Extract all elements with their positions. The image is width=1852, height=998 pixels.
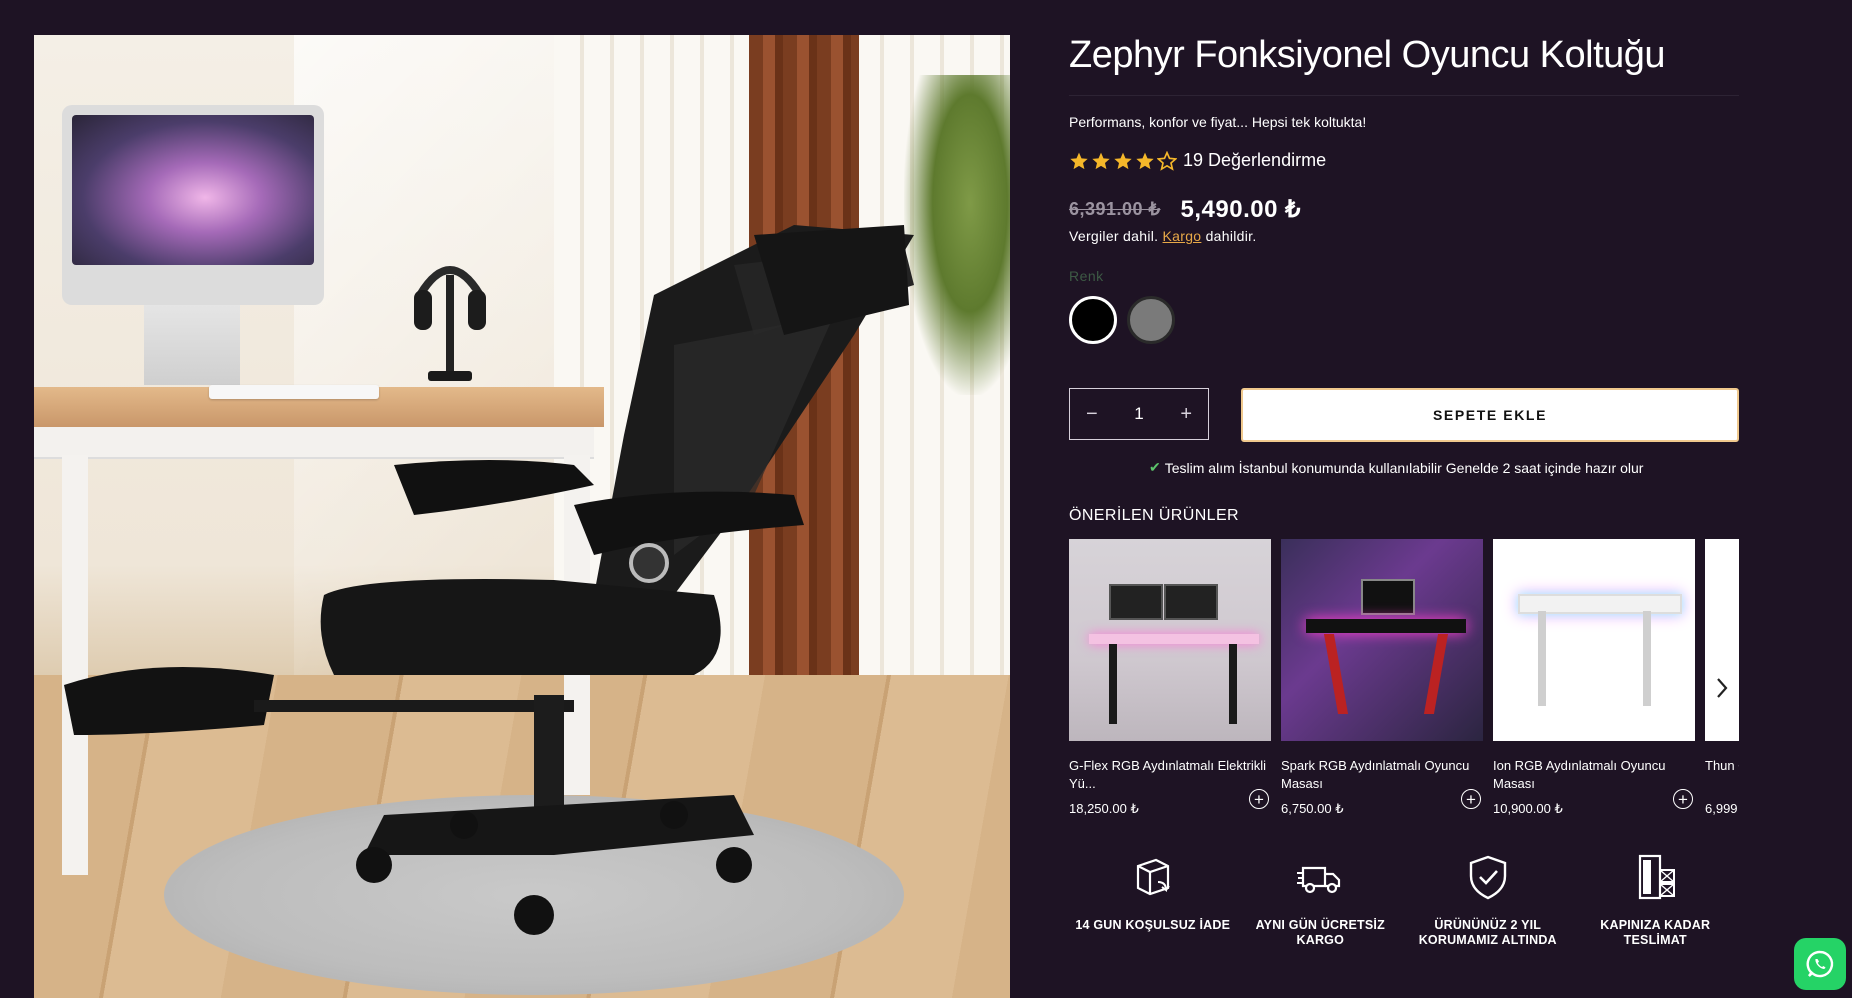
recommendations-title: ÖNERİLEN ÜRÜNLER: [1069, 507, 1239, 524]
star-icon: [1136, 152, 1154, 169]
rating-stars: [1069, 150, 1177, 171]
feature-return: 14 GUN KOŞULSUZ İADE: [1069, 852, 1237, 948]
quick-add-button[interactable]: +: [1673, 789, 1693, 809]
shield-check-icon: [1469, 855, 1506, 900]
star-icon: [1114, 152, 1132, 169]
star-icon: [1070, 152, 1088, 169]
product-card[interactable]: G-Flex RGB Aydınlatmalı Elektrikli Yü...…: [1069, 539, 1271, 817]
chevron-right-icon: [1717, 678, 1728, 698]
color-swatch-grey[interactable]: [1127, 296, 1175, 344]
product-card[interactable]: Ion RGB Aydınlatmalı Oyuncu Masası 10,90…: [1493, 539, 1695, 817]
pickup-time: Genelde 2 saat içinde hazır olur: [1445, 459, 1644, 476]
quantity-increase-button[interactable]: +: [1180, 403, 1192, 426]
tax-note: Vergiler dahil. Kargo dahildir.: [1069, 228, 1257, 244]
truck-icon: [1297, 866, 1341, 894]
product-card-price: 6,999: [1705, 801, 1738, 816]
color-swatch-black[interactable]: [1069, 296, 1117, 344]
feature-text: AYNI GÜN ÜCRETSİZ KARGO: [1255, 918, 1385, 947]
product-tagline: Performans, konfor ve fiyat... Hepsi tek…: [1069, 114, 1367, 130]
check-icon: ✔: [1149, 459, 1161, 475]
rating[interactable]: 19 Değerlendirme: [1069, 150, 1326, 171]
product-card-name[interactable]: Thun Oyun: [1705, 757, 1739, 793]
product-image[interactable]: [34, 35, 1010, 998]
box-return-icon: [1136, 858, 1170, 896]
product-card-price: 18,250.00 ₺: [1069, 801, 1139, 816]
feature-text: KAPINIZA KADAR TESLİMAT: [1600, 918, 1711, 947]
title-divider: [1069, 95, 1739, 96]
add-to-cart-button[interactable]: SEPETE EKLE: [1241, 388, 1739, 442]
product-card-price: 10,900.00 ₺: [1493, 801, 1563, 816]
pickup-availability: Teslim alım İstanbul konumunda kullanıla…: [1164, 459, 1442, 476]
carousel-next-button[interactable]: [1705, 668, 1739, 708]
quantity-stepper: − 1 +: [1069, 388, 1209, 440]
star-icon: [1092, 152, 1110, 169]
old-price: 6,391.00 ₺: [1069, 199, 1161, 219]
feature-badges: 14 GUN KOŞULSUZ İADE AYNI GÜN ÜCRETSİZ K…: [1069, 852, 1739, 948]
sale-price: 5,490.00 ₺: [1180, 196, 1301, 223]
quantity-decrease-button[interactable]: −: [1086, 403, 1098, 426]
feature-shipping: AYNI GÜN ÜCRETSİZ KARGO: [1237, 852, 1405, 948]
quantity-value[interactable]: 1: [1134, 404, 1143, 424]
feature-text: ÜRÜNÜNÜZ 2 YIL KORUMAMIZ ALTINDA: [1418, 918, 1557, 947]
recommendations-carousel: G-Flex RGB Aydınlatmalı Elektrikli Yü...…: [1069, 539, 1739, 819]
quick-add-button[interactable]: +: [1461, 789, 1481, 809]
product-thumbnail[interactable]: [1281, 539, 1483, 741]
price-row: 6,391.00 ₺ 5,490.00 ₺: [1069, 195, 1301, 224]
product-thumbnail[interactable]: [1069, 539, 1271, 741]
whatsapp-icon: [1806, 950, 1834, 978]
feature-delivery: KAPINIZA KADAR TESLİMAT: [1572, 852, 1740, 948]
shipping-link[interactable]: Kargo: [1163, 228, 1202, 244]
star-outline-icon: [1157, 150, 1177, 171]
product-card-price: 6,750.00 ₺: [1281, 801, 1344, 816]
pickup-info: ✔ Teslim alım İstanbul konumunda kullanı…: [1149, 459, 1643, 476]
product-card-name[interactable]: Spark RGB Aydınlatmalı Oyuncu Masası: [1281, 757, 1483, 793]
tax-prefix: Vergiler dahil.: [1069, 228, 1159, 244]
product-card-name[interactable]: G-Flex RGB Aydınlatmalı Elektrikli Yü...: [1069, 757, 1271, 793]
product-thumbnail[interactable]: [1705, 539, 1739, 741]
product-card-name[interactable]: Ion RGB Aydınlatmalı Oyuncu Masası: [1493, 757, 1695, 793]
feature-warranty: ÜRÜNÜNÜZ 2 YIL KORUMAMIZ ALTINDA: [1404, 852, 1572, 948]
feature-text: 14 GUN KOŞULSUZ İADE: [1075, 918, 1231, 932]
gaming-chair: [64, 225, 914, 935]
color-label: Renk: [1069, 268, 1104, 284]
tax-suffix: dahildir.: [1205, 228, 1257, 244]
product-thumbnail[interactable]: [1493, 539, 1695, 741]
product-title: Zephyr Fonksiyonel Oyuncu Koltuğu: [1069, 34, 1666, 76]
product-card[interactable]: Spark RGB Aydınlatmalı Oyuncu Masası 6,7…: [1281, 539, 1483, 817]
color-swatches: [1069, 296, 1175, 344]
whatsapp-chat-button[interactable]: [1794, 938, 1846, 990]
rating-count: 19 Değerlendirme: [1183, 150, 1327, 170]
door-delivery-icon: [1639, 854, 1676, 900]
quick-add-button[interactable]: +: [1249, 789, 1269, 809]
